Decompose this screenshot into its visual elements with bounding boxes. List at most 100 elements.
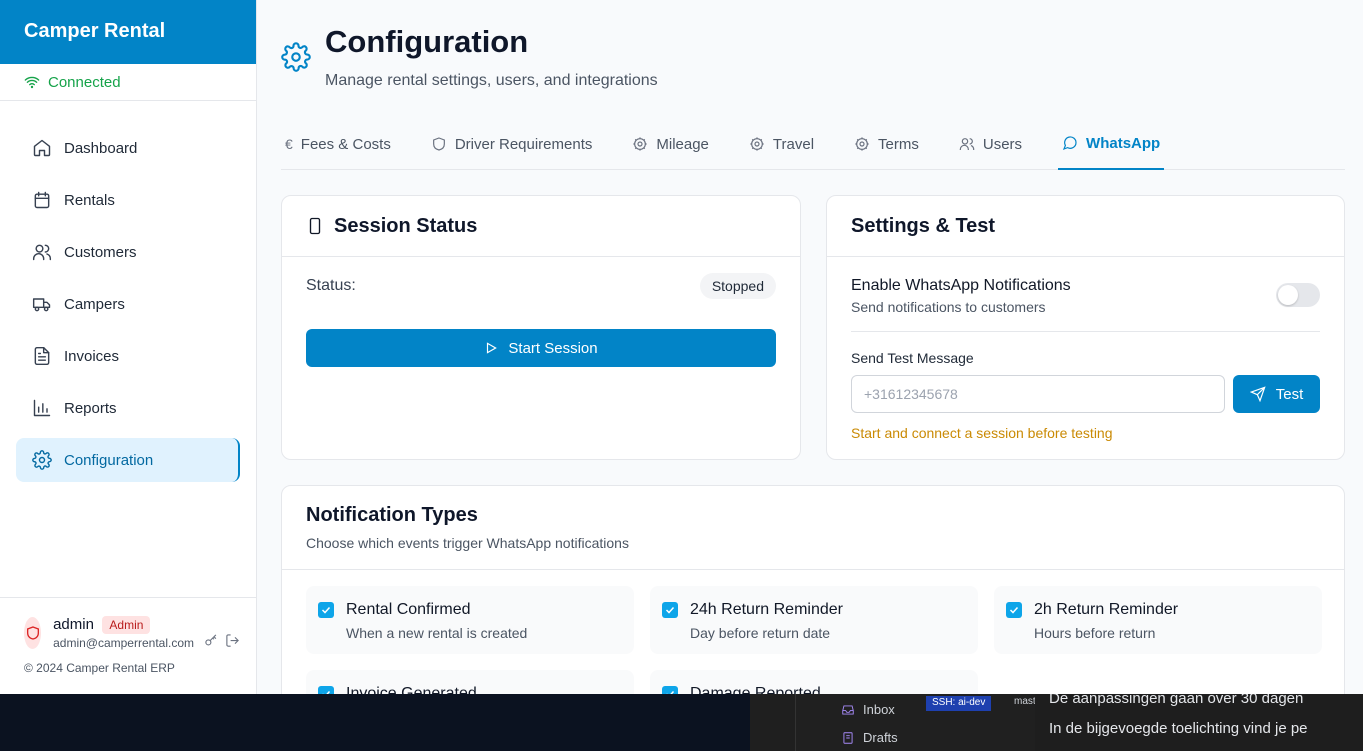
notification-title: Invoice Generated: [346, 685, 477, 694]
ssh-status[interactable]: SSH: ai-dev: [926, 696, 992, 711]
notification-title: Damage Reported: [690, 685, 821, 694]
home-icon: [33, 139, 51, 157]
notification-sub: Day before return date: [690, 625, 831, 641]
card-title: Session Status: [334, 214, 478, 237]
main-content: Configuration Manage rental settings, us…: [257, 0, 1363, 694]
tab-label: Users: [982, 135, 1023, 153]
sidebar-item-rentals[interactable]: Rentals: [16, 178, 240, 222]
doc-line: In de bijgevoegde toelichting vind je pe: [1049, 720, 1308, 737]
avatar: [24, 617, 42, 649]
checkbox[interactable]: [318, 686, 334, 694]
notification-item-24h-reminder[interactable]: 24h Return Reminder Day before return da…: [650, 586, 978, 654]
config-tabs: € Fees & Costs Driver Requirements Milea…: [281, 118, 1345, 170]
sidebar-item-label: Customers: [64, 243, 137, 261]
checkbox[interactable]: [662, 686, 678, 694]
mail-folder-drafts[interactable]: Drafts: [841, 730, 898, 745]
phone-input[interactable]: [851, 375, 1225, 413]
sidebar-item-label: Dashboard: [64, 139, 138, 157]
checkbox[interactable]: [1006, 602, 1022, 618]
message-circle-icon: [1062, 136, 1077, 151]
shield-icon: [26, 626, 39, 640]
sidebar-item-label: Configuration: [64, 451, 154, 469]
sidebar-item-campers[interactable]: Campers: [16, 282, 240, 326]
role-badge: Admin: [102, 616, 151, 634]
mail-sidebar: Inbox Drafts: [795, 694, 1035, 751]
checkbox[interactable]: [662, 602, 678, 618]
notification-grid: Rental Confirmed When a new rental is cr…: [282, 570, 1344, 694]
notification-item-damage-reported[interactable]: Damage Reported: [650, 670, 978, 694]
test-button[interactable]: Test: [1233, 375, 1320, 413]
user-panel: admin Admin admin@camperrental.com © 202…: [0, 597, 256, 675]
notification-title: 2h Return Reminder: [1034, 601, 1179, 618]
status-badge: Stopped: [699, 273, 776, 299]
connection-status: Connected: [0, 64, 256, 101]
tab-mileage[interactable]: Mileage: [628, 118, 729, 170]
sidebar: Camper Rental Connected Dashboard Rental…: [0, 0, 257, 694]
card-subtitle: Choose which events trigger WhatsApp not…: [306, 535, 629, 551]
card-title: Settings & Test: [851, 214, 996, 237]
mail-folder-inbox[interactable]: Inbox: [841, 702, 895, 717]
euro-icon: €: [285, 136, 293, 152]
tab-fees-costs[interactable]: € Fees & Costs: [281, 118, 411, 170]
tab-travel[interactable]: Travel: [745, 118, 834, 170]
folder-label: Inbox: [863, 702, 895, 717]
calendar-icon: [34, 191, 50, 209]
logout-icon[interactable]: [225, 633, 240, 648]
page-title: Configuration: [325, 24, 529, 59]
inbox-icon: [842, 704, 854, 715]
sidebar-item-invoices[interactable]: Invoices: [16, 334, 240, 378]
notification-sub: Hours before return: [1034, 625, 1156, 641]
tab-users[interactable]: Users: [955, 118, 1042, 170]
notification-sub: When a new rental is created: [346, 625, 528, 641]
notification-title: Rental Confirmed: [346, 601, 471, 618]
gear-icon: [633, 137, 648, 151]
sidebar-item-dashboard[interactable]: Dashboard: [16, 126, 240, 170]
sidebar-item-label: Rentals: [64, 191, 115, 209]
sidebar-item-reports[interactable]: Reports: [16, 386, 240, 430]
tab-label: Travel: [772, 135, 815, 153]
gear-icon: [750, 137, 764, 151]
gear-icon: [32, 450, 52, 470]
notification-types-card: Notification Types Choose which events t…: [281, 485, 1345, 694]
checkbox[interactable]: [318, 602, 334, 618]
user-name: admin: [53, 616, 94, 633]
tab-label: WhatsApp: [1086, 134, 1161, 152]
bar-chart-icon: [33, 399, 51, 417]
wifi-icon: [24, 76, 40, 89]
truck-icon: [32, 298, 51, 312]
tab-label: Mileage: [656, 135, 709, 153]
document-preview: De aanpassingen gaan over 30 dagen In de…: [1035, 694, 1363, 751]
tab-terms[interactable]: Terms: [850, 118, 939, 170]
notification-item-invoice-generated[interactable]: Invoice Generated: [306, 670, 634, 694]
sidebar-item-customers[interactable]: Customers: [16, 230, 240, 274]
users-icon: [959, 138, 975, 150]
test-message-label: Send Test Message: [851, 350, 974, 366]
sidebar-item-label: Reports: [64, 399, 117, 417]
enable-notifications-toggle[interactable]: [1276, 283, 1320, 307]
start-session-button[interactable]: Start Session: [306, 329, 776, 367]
key-icon[interactable]: [204, 633, 219, 648]
card-title: Notification Types: [306, 504, 478, 526]
check-icon: [1009, 606, 1019, 614]
notification-item-rental-confirmed[interactable]: Rental Confirmed When a new rental is cr…: [306, 586, 634, 654]
tab-label: Terms: [878, 135, 919, 153]
tab-driver-requirements[interactable]: Driver Requirements: [427, 118, 613, 170]
sidebar-item-configuration[interactable]: Configuration: [16, 438, 240, 482]
file-text-icon: [34, 346, 50, 366]
tab-whatsapp[interactable]: WhatsApp: [1058, 118, 1165, 170]
gear-icon: [855, 137, 869, 151]
page-header: Configuration Manage rental settings, us…: [281, 24, 658, 90]
tab-label: Fees & Costs: [300, 135, 391, 153]
send-icon: [1249, 386, 1266, 402]
desktop-taskbar: Inbox Drafts SSH: ai-dev master* 0 0 0 D…: [0, 694, 1363, 751]
copyright: © 2024 Camper Rental ERP: [24, 661, 175, 675]
notification-item-2h-reminder[interactable]: 2h Return Reminder Hours before return: [994, 586, 1322, 654]
sidebar-nav: Dashboard Rentals Customers Campers Invo…: [0, 101, 256, 482]
start-session-label: Start Session: [508, 339, 598, 357]
status-label: Status:: [306, 277, 356, 294]
user-email: admin@camperrental.com: [53, 636, 194, 650]
check-icon: [321, 606, 331, 614]
test-button-label: Test: [1275, 385, 1304, 403]
connection-label: Connected: [48, 73, 121, 91]
gear-icon: [281, 42, 311, 72]
